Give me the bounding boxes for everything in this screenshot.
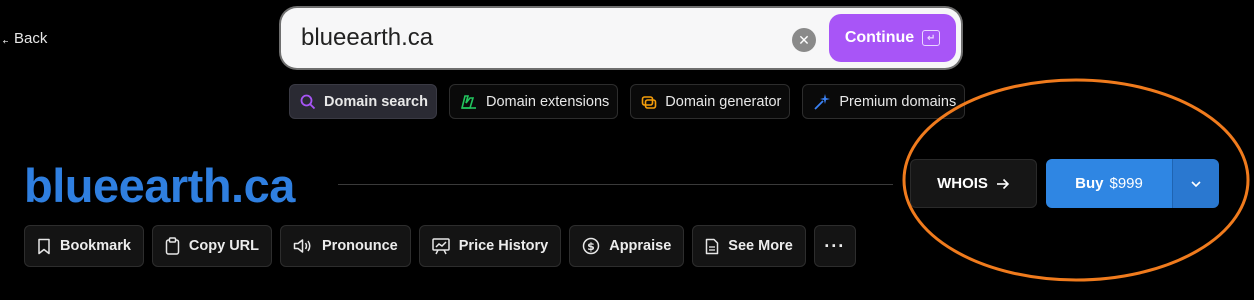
tab-domain-search[interactable]: Domain search — [289, 84, 437, 119]
clipboard-icon — [165, 237, 180, 255]
dollar-icon: $ — [582, 237, 600, 255]
divider — [338, 184, 893, 185]
search-tools: Domain search Domain extensions Domain g… — [289, 84, 966, 119]
sparkle-icon — [814, 93, 831, 110]
price-history-button[interactable]: Price History — [418, 225, 562, 267]
tab-premium-domains[interactable]: Premium domains — [802, 84, 966, 119]
arrow-left-icon: ← — [0, 30, 8, 47]
price-history-label: Price History — [458, 238, 549, 254]
continue-label: Continue — [844, 29, 915, 46]
continue-button[interactable]: Continue ↵ — [829, 14, 956, 62]
bookmark-label: Bookmark — [60, 238, 131, 254]
bookmark-button[interactable]: Bookmark — [24, 225, 144, 267]
bookmark-icon — [38, 238, 50, 254]
buy-options-dropdown[interactable] — [1172, 159, 1219, 208]
copy-url-button[interactable]: Copy URL — [151, 225, 273, 267]
appraise-button[interactable]: $ Appraise — [569, 225, 685, 267]
whois-button[interactable]: WHOIS — [910, 159, 1037, 208]
clear-search-button[interactable]: ✕ — [792, 28, 816, 52]
speaker-icon — [293, 239, 311, 253]
tab-label: Domain search — [324, 93, 428, 110]
arrow-right-icon — [996, 178, 1010, 189]
chevron-down-icon — [1191, 180, 1201, 187]
tab-label: Domain extensions — [485, 93, 610, 110]
ellipsis-icon: ··· — [824, 235, 846, 256]
buy-label: Buy — [1075, 175, 1104, 192]
tab-domain-extensions[interactable]: Domain extensions — [448, 84, 619, 119]
generator-icon — [641, 95, 657, 109]
copy-url-label: Copy URL — [188, 238, 260, 254]
search-icon — [300, 94, 316, 109]
domain-title: blueearth.ca — [24, 159, 295, 212]
tab-label: Domain generator — [665, 93, 782, 110]
back-label: Back — [14, 30, 48, 47]
svg-text:$: $ — [587, 240, 595, 253]
more-options-button[interactable]: ··· — [813, 225, 856, 267]
close-icon: ✕ — [798, 31, 810, 48]
back-link[interactable]: ← Back — [0, 30, 47, 47]
pronounce-button[interactable]: Pronounce — [280, 225, 411, 267]
extensions-icon — [460, 94, 476, 109]
whois-label: WHOIS — [937, 175, 988, 192]
search-bar: ✕ Continue ↵ — [279, 6, 963, 70]
enter-key-icon: ↵ — [922, 30, 941, 46]
domain-actions: Bookmark Copy URL Pronounce Price Histor… — [24, 225, 856, 267]
buy-price: $999 — [1109, 175, 1143, 192]
tab-domain-generator[interactable]: Domain generator — [630, 84, 791, 119]
document-icon — [706, 238, 719, 254]
see-more-button[interactable]: See More — [692, 225, 806, 267]
buy-button[interactable]: Buy $999 — [1046, 159, 1172, 208]
search-box: ✕ Continue ↵ — [281, 8, 961, 68]
appraise-label: Appraise — [609, 238, 672, 254]
see-more-label: See More — [728, 238, 793, 254]
search-input[interactable] — [301, 24, 771, 52]
chart-icon — [432, 237, 450, 254]
tab-label: Premium domains — [839, 93, 957, 110]
pronounce-label: Pronounce — [322, 238, 398, 254]
